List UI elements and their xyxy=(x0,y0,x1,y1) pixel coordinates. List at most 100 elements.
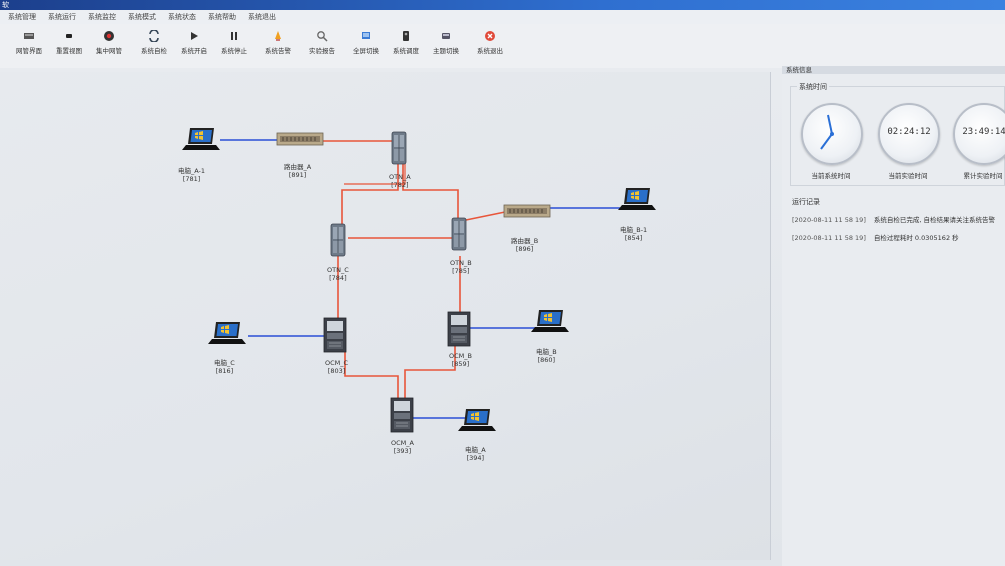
digital-clock-face: 23:49:14 xyxy=(953,103,1005,165)
toolbar: 网管界面 重置视图 集中网管 系统自检 系统开启 系统停止 系统告警 实验报告 … xyxy=(0,24,1005,68)
router-a-node[interactable] xyxy=(276,132,324,146)
run-log-title: 运行记录 xyxy=(790,197,822,207)
system-exit-label: 系统退出 xyxy=(477,47,503,55)
pc-b1-node[interactable] xyxy=(618,188,656,210)
system-start-button[interactable]: 系统开启 xyxy=(173,28,215,55)
system-start-label: 系统开启 xyxy=(181,47,207,55)
log-timestamp: [2020-08-11 11 58 19] xyxy=(792,216,866,224)
node-code: [785] xyxy=(452,267,470,275)
central-manage-button[interactable]: 集中网管 xyxy=(88,28,130,55)
link-otn-a-otn-c-outer xyxy=(341,157,399,224)
node-name: 电脑_A xyxy=(465,446,486,454)
system-stop-label: 系统停止 xyxy=(221,47,247,55)
node-label-pc-c: 电脑_C [816] xyxy=(214,359,235,375)
menu-system-monitor[interactable]: 系统监控 xyxy=(88,12,116,22)
link-ocm-c-ocm-a xyxy=(344,352,399,398)
node-name: OCM_A xyxy=(391,439,414,447)
schedule-icon xyxy=(403,31,409,41)
pause-icon xyxy=(231,32,237,40)
reset-view-button[interactable]: 重置视图 xyxy=(48,28,90,55)
node-code: [896] xyxy=(515,245,534,253)
node-label-pc-b1: 电脑_B-1 [854] xyxy=(620,226,647,242)
current-experiment-clock: 02:24:12 当前实验时间 xyxy=(878,103,940,180)
otn-a-node[interactable] xyxy=(391,131,407,165)
system-exit-button[interactable]: 系统退出 xyxy=(469,28,511,55)
node-label-router-a: 路由器_A [891] xyxy=(284,163,311,179)
node-code: [782] xyxy=(391,181,409,189)
window-title: 软 xyxy=(2,1,9,9)
node-code: [781] xyxy=(182,175,201,183)
theme-switch-button[interactable]: 主题切换 xyxy=(425,28,467,55)
node-label-otn-c: OTN_C [784] xyxy=(327,266,349,282)
node-name: 电脑_C xyxy=(214,359,235,367)
topology-links xyxy=(182,128,656,433)
node-label-otn-a: OTN_A [782] xyxy=(389,173,411,189)
ocm-b-node[interactable] xyxy=(447,311,471,347)
clock-caption: 累计实验时间 xyxy=(963,172,1003,180)
experiment-report-label: 实验报告 xyxy=(309,47,335,55)
clock-hands-icon xyxy=(820,114,834,150)
node-label-ocm-b: OCM_B [859] xyxy=(449,352,472,368)
node-label-pc-a1: 电脑_A-1 [781] xyxy=(178,167,205,183)
topology-canvas[interactable]: 电脑_A-1 [781] 路由器_A [891] OTN_A [782] 路由器… xyxy=(0,72,771,560)
node-label-ocm-c: OCM_C [803] xyxy=(325,359,348,375)
exit-icon xyxy=(485,31,495,41)
pc-a1-node[interactable] xyxy=(182,128,220,150)
menu-system-manage[interactable]: 系统管理 xyxy=(8,12,36,22)
node-code: [816] xyxy=(215,367,234,375)
clock-caption: 当前实验时间 xyxy=(888,172,928,180)
node-name: 电脑_A-1 xyxy=(178,167,206,175)
digital-clock-face: 02:24:12 xyxy=(878,103,940,165)
node-label-otn-b: OTN_B [785] xyxy=(450,259,472,275)
self-check-icon xyxy=(149,30,159,42)
fullscreen-icon xyxy=(362,32,370,39)
experiment-report-button[interactable]: 实验报告 xyxy=(301,28,343,55)
node-code: [394] xyxy=(466,454,485,462)
menu-system-status[interactable]: 系统状态 xyxy=(168,12,196,22)
central-manage-label: 集中网管 xyxy=(96,47,122,55)
pc-b-node[interactable] xyxy=(531,310,569,332)
node-name: OTN_A xyxy=(389,173,411,181)
menu-system-run[interactable]: 系统运行 xyxy=(48,12,76,22)
menu-bar: 系统管理 系统运行 系统监控 系统模式 系统状态 系统帮助 系统退出 xyxy=(0,10,1005,24)
node-code: [854] xyxy=(624,234,643,242)
play-icon xyxy=(191,32,198,40)
clock-digital: 02:24:12 xyxy=(887,127,931,137)
network-manage-label: 网管界面 xyxy=(16,47,42,55)
network-icon xyxy=(24,33,34,39)
cumulative-experiment-clock: 23:49:14 累计实验时间 xyxy=(953,103,1005,180)
current-system-clock: 当前系统时间 xyxy=(801,103,863,180)
menu-system-help[interactable]: 系统帮助 xyxy=(208,12,236,22)
theme-icon xyxy=(442,33,450,39)
system-schedule-label: 系统调度 xyxy=(393,47,419,55)
theme-switch-label: 主题切换 xyxy=(433,47,459,55)
node-code: [859] xyxy=(451,360,470,368)
network-manage-button[interactable]: 网管界面 xyxy=(8,28,50,55)
link-otn-b-router-b xyxy=(465,211,506,221)
central-manage-icon xyxy=(104,31,114,41)
menu-system-exit[interactable]: 系统退出 xyxy=(248,12,276,22)
fullscreen-toggle-button[interactable]: 全屏切换 xyxy=(345,28,387,55)
ocm-a-node[interactable] xyxy=(390,397,414,433)
system-stop-button[interactable]: 系统停止 xyxy=(213,28,255,55)
router-b-node[interactable] xyxy=(503,204,551,218)
self-check-label: 系统自检 xyxy=(141,47,167,55)
system-schedule-button[interactable]: 系统调度 xyxy=(385,28,427,55)
reset-view-icon xyxy=(66,34,72,38)
system-time-title: 系统时间 xyxy=(797,82,829,92)
self-check-button[interactable]: 系统自检 xyxy=(133,28,175,55)
node-label-pc-b: 电脑_B [860] xyxy=(536,348,557,364)
menu-system-mode[interactable]: 系统模式 xyxy=(128,12,156,22)
pc-c-node[interactable] xyxy=(208,322,246,344)
link-ocm-b-ocm-a xyxy=(404,344,456,398)
node-name: OCM_C xyxy=(325,359,349,367)
pc-a-node[interactable] xyxy=(458,409,496,431)
node-label-router-b: 路由器_B [896] xyxy=(511,237,538,253)
reset-view-label: 重置视图 xyxy=(56,47,82,55)
system-time-group: 系统时间 当前系统时间 02:24:12 当前实验时间 23:49:14 累计实… xyxy=(790,82,1005,186)
report-icon xyxy=(317,31,328,42)
otn-c-node[interactable] xyxy=(330,223,346,257)
ocm-c-node[interactable] xyxy=(323,317,347,353)
system-alarm-button[interactable]: 系统告警 xyxy=(257,28,299,55)
otn-b-node[interactable] xyxy=(451,217,467,251)
